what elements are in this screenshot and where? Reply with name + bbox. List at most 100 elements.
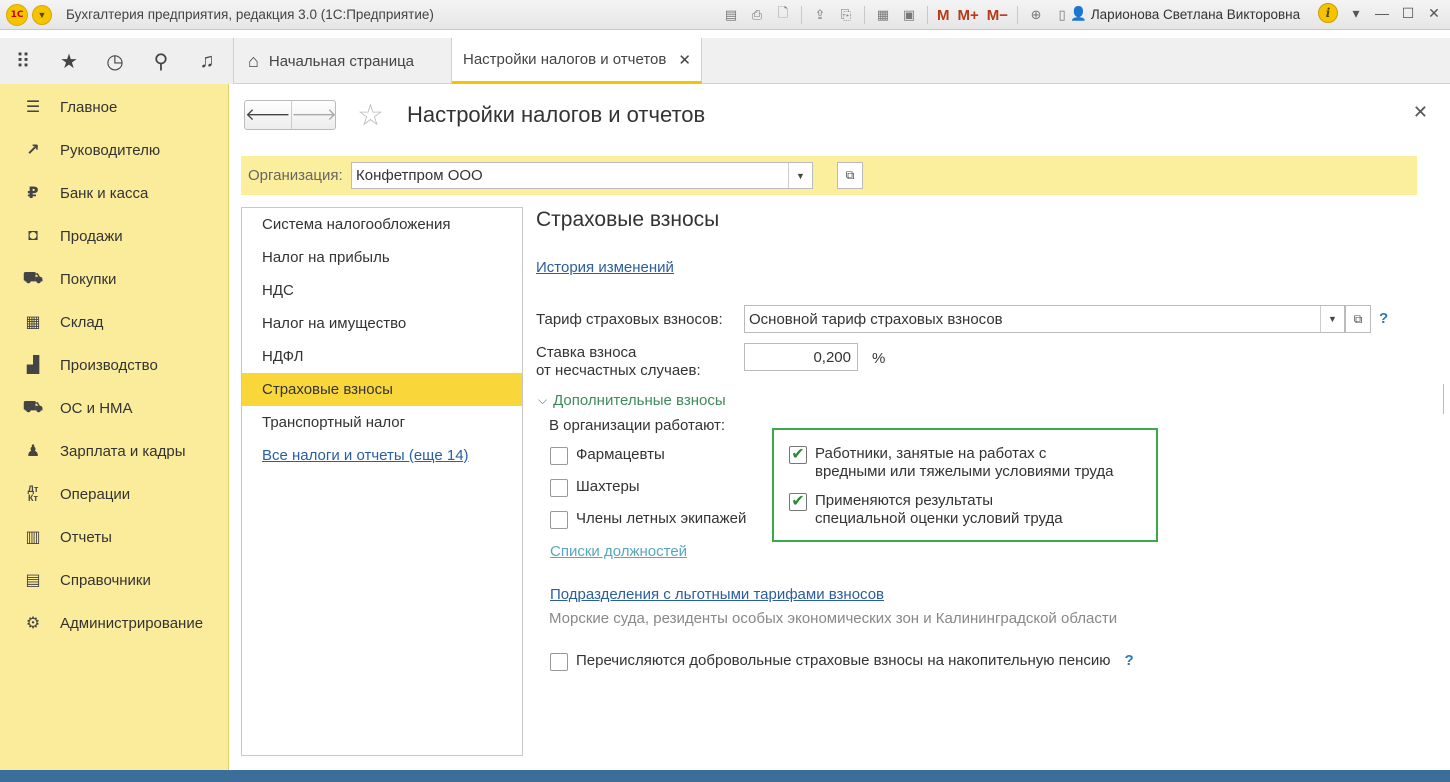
top-navigation: ⠿ ★ ◷ ⚲ ♫ ⌂ Начальная страница Настройки… xyxy=(0,38,1450,84)
sidebar-item-warehouse[interactable]: ▦ Склад xyxy=(0,307,229,337)
apps-grid-icon[interactable]: ⠿ xyxy=(0,38,46,84)
save-icon[interactable]: ▤ xyxy=(720,4,742,26)
calculator-icon[interactable]: ▦ xyxy=(872,4,894,26)
user-icon: 👤 xyxy=(1070,6,1087,21)
organization-field[interactable]: Конфетпром ООО ▼ xyxy=(351,162,813,189)
checkbox-pharmacists[interactable]: Фармацевты xyxy=(550,446,665,465)
help-icon[interactable]: ? xyxy=(1379,310,1388,327)
sidebar-item-label: Главное xyxy=(60,98,118,116)
list-item-tax-system[interactable]: Система налогообложения xyxy=(242,208,522,241)
checkbox-voluntary-pension[interactable]: Перечисляются добровольные страховые взн… xyxy=(550,652,1134,671)
list-item-transport-tax[interactable]: Транспортный налог xyxy=(242,406,522,439)
tab-home[interactable]: ⌂ Начальная страница xyxy=(234,38,452,84)
trend-icon: ↗ xyxy=(26,142,40,159)
sidebar-item-label: Руководителю xyxy=(60,141,161,159)
main-menu-button[interactable]: ▼ xyxy=(32,4,52,25)
list-item-profit-tax[interactable]: Налог на прибыль xyxy=(242,241,522,274)
checkbox-hazardous-work[interactable]: ✔ Работники, занятые на работах с вредным… xyxy=(789,445,1114,481)
notifications-bell-icon[interactable]: ♫ xyxy=(184,38,230,84)
rate-label-line1: Ставка взноса xyxy=(536,344,637,361)
person-icon: ♟ xyxy=(25,443,41,460)
open-organization-icon[interactable]: ⧉ xyxy=(837,162,863,189)
checkbox-label: Перечисляются добровольные страховые взн… xyxy=(576,652,1111,669)
close-window-icon[interactable]: ✕ xyxy=(1426,5,1442,22)
sidebar-item-label: Справочники xyxy=(60,571,151,589)
rate-field[interactable]: 0,200 xyxy=(744,343,858,371)
sidebar-item-reports[interactable]: ▥ Отчеты xyxy=(0,522,229,552)
user-name[interactable]: 👤 Ларионова Светлана Викторовна xyxy=(1070,6,1300,22)
all-taxes-link[interactable]: Все налоги и отчеты (еще 14) xyxy=(242,439,522,472)
cart-icon: ⛟ xyxy=(22,270,44,287)
sidebar-item-main[interactable]: ☰ Главное xyxy=(0,92,229,122)
checkbox-label: Применяются результаты специальной оценки… xyxy=(815,492,1063,527)
history-icon[interactable]: ◷ xyxy=(92,38,138,84)
divisions-link[interactable]: Подразделения с льготными тарифами взнос… xyxy=(550,586,884,603)
zoom-icon[interactable]: ⊕ xyxy=(1025,4,1047,26)
tariff-field[interactable]: Основной тариф страховых взносов ▼ xyxy=(744,305,1345,333)
checkbox-miners[interactable]: Шахтеры xyxy=(550,478,640,497)
sidebar-item-label: Администрирование xyxy=(60,614,204,632)
sidebar-item-manager[interactable]: ↗ Руководителю xyxy=(0,135,229,165)
help-icon[interactable]: ? xyxy=(1125,652,1134,669)
list-item-vat[interactable]: НДС xyxy=(242,274,522,307)
list-item-insurance[interactable]: Страховые взносы xyxy=(242,373,522,406)
tab-tax-settings[interactable]: Настройки налогов и отчетов ✕ xyxy=(452,38,702,84)
memory-m-button[interactable]: M xyxy=(935,4,952,26)
calendar-icon[interactable]: ▣ xyxy=(898,4,920,26)
history-link[interactable]: История изменений xyxy=(536,259,674,276)
sidebar-item-label: Склад xyxy=(60,313,104,331)
checkbox-box[interactable] xyxy=(550,511,568,529)
close-tab-icon[interactable]: ✕ xyxy=(678,51,691,69)
list-item-property-tax[interactable]: Налог на имущество xyxy=(242,307,522,340)
rate-value: 0,200 xyxy=(813,348,851,366)
memory-m-minus-button[interactable]: M− xyxy=(985,4,1010,26)
checkbox-flight-crew[interactable]: Члены летных экипажей xyxy=(550,510,746,529)
sidebar: ☰ Главное ↗ Руководителю ₽ Банк и касса ◘ Пр… xyxy=(0,84,229,770)
sidebar-item-bank[interactable]: ₽ Банк и касса xyxy=(0,178,229,208)
checkmark-icon[interactable]: ✔ xyxy=(789,446,807,464)
open-tariff-icon[interactable]: ⧉ xyxy=(1345,305,1371,333)
org-works-label: В организации работают: xyxy=(549,417,726,434)
maximize-icon[interactable]: ☐ xyxy=(1400,5,1416,22)
memory-m-plus-button[interactable]: M+ xyxy=(956,4,981,26)
sidebar-item-purchases[interactable]: ⛟ Покупки xyxy=(0,264,229,294)
checkbox-label: Работники, занятые на работах с вредными … xyxy=(815,445,1114,480)
info-dropdown-icon[interactable]: ▾ xyxy=(1348,5,1364,22)
favorite-star-icon[interactable]: ☆ xyxy=(357,98,384,133)
back-arrow-icon[interactable]: 🡐 xyxy=(245,101,291,129)
positions-link[interactable]: Списки должностей xyxy=(550,543,687,560)
checkbox-box[interactable] xyxy=(550,479,568,497)
sidebar-item-label: Отчеты xyxy=(60,528,112,546)
print-icon[interactable]: ⎙ xyxy=(746,4,768,26)
search-icon[interactable]: ⚲ xyxy=(138,38,184,84)
preview-icon[interactable]: 🗋 xyxy=(772,4,794,26)
list-item-ndfl[interactable]: НДФЛ xyxy=(242,340,522,373)
checkbox-box[interactable] xyxy=(550,447,568,465)
favorites-star-icon[interactable]: ★ xyxy=(46,38,92,84)
sidebar-item-label: ОС и НМА xyxy=(60,399,133,417)
sidebar-item-catalogs[interactable]: ▤ Справочники xyxy=(0,565,229,595)
sidebar-item-sales[interactable]: ◘ Продажи xyxy=(0,221,229,251)
upload-icon[interactable]: ⇪ xyxy=(809,4,831,26)
checkbox-special-assessment[interactable]: ✔ Применяются результаты специальной оцен… xyxy=(789,492,1063,528)
chevron-down-icon[interactable]: ▼ xyxy=(1320,306,1344,332)
sidebar-item-production[interactable]: ▟ Производство xyxy=(0,350,229,380)
divisions-note: Морские суда, резиденты особых экономиче… xyxy=(549,610,1118,627)
printer-icon[interactable]: ⎘ xyxy=(835,4,857,26)
sidebar-item-administration[interactable]: ⚙ Администрирование xyxy=(0,608,229,638)
minimize-icon[interactable]: — xyxy=(1374,5,1390,21)
chevron-down-icon[interactable]: ▼ xyxy=(788,163,812,188)
forward-arrow-icon[interactable]: 🡒 xyxy=(290,101,337,129)
sidebar-item-fixed-assets[interactable]: ⛟ ОС и НМА xyxy=(0,393,229,423)
additional-contributions-toggle[interactable]: ⌵ Дополнительные взносы xyxy=(538,392,726,409)
checkbox-box[interactable] xyxy=(550,653,568,671)
sidebar-item-label: Производство xyxy=(60,356,158,374)
info-icon[interactable]: i xyxy=(1318,3,1338,23)
organization-label: Организация: xyxy=(248,167,343,184)
close-form-icon[interactable]: ✕ xyxy=(1413,102,1428,123)
title-toolbar: ▤ ⎙ 🗋 ⇪ ⎘ ▦ ▣ M M+ M− ⊕ ▯ xyxy=(720,4,1073,26)
checkmark-icon[interactable]: ✔ xyxy=(789,493,807,511)
menu-icon: ☰ xyxy=(25,99,41,116)
sidebar-item-payroll[interactable]: ♟ Зарплата и кадры xyxy=(0,436,229,466)
sidebar-item-operations[interactable]: Дт Кт Операции xyxy=(0,479,229,509)
